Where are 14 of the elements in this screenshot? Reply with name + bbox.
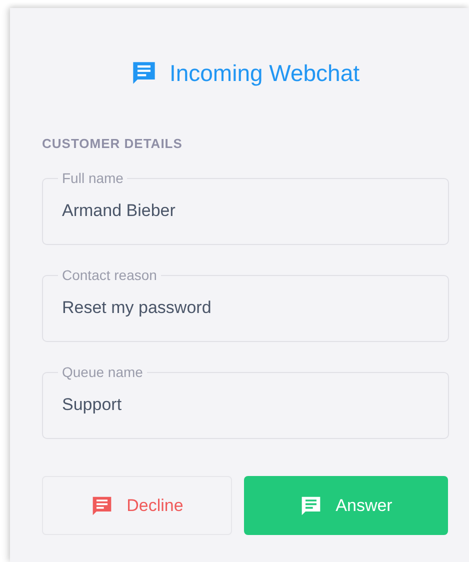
text-field[interactable]: Contact reason Reset my password [42, 267, 449, 342]
chat-icon [300, 494, 322, 516]
text-field[interactable]: Queue name Support [42, 364, 449, 439]
field-value: Support [62, 395, 123, 415]
field-value: Armand Bieber [62, 201, 176, 221]
dialog-title: Incoming Webchat [169, 60, 360, 86]
field-label: Contact reason [61, 267, 158, 283]
chat-icon [90, 494, 113, 516]
section-heading: CUSTOMER DETAILS [42, 136, 184, 151]
text-field[interactable]: Full name Armand Bieber [42, 170, 449, 245]
field-label: Queue name [61, 364, 144, 380]
field-label: Full name [61, 170, 124, 186]
chat-icon [131, 60, 158, 86]
field-value: Reset my password [62, 298, 212, 318]
